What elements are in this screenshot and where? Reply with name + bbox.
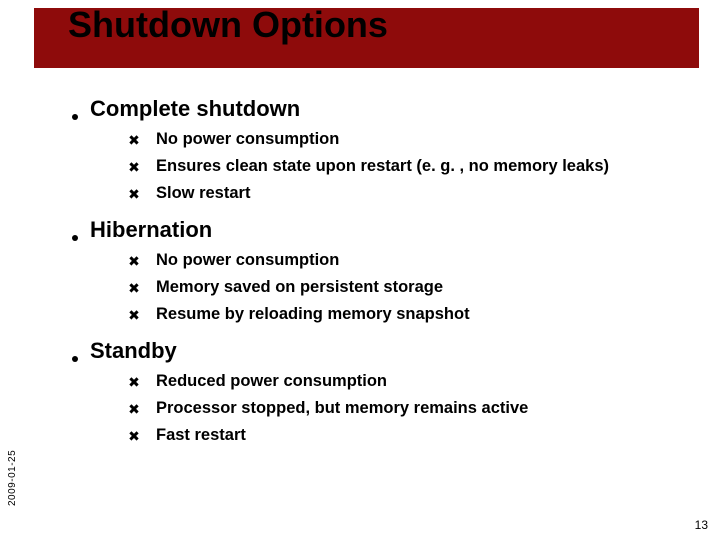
list-item: ✖ Ensures clean state upon restart (e. g… [126, 157, 692, 176]
sub-item-text: No power consumption [156, 130, 339, 149]
sub-item-text: Reduced power consumption [156, 372, 387, 391]
bullet-standby: Standby [72, 338, 692, 364]
list-item: ✖ Slow restart [126, 184, 692, 203]
x-marker-icon: ✖ [126, 133, 142, 147]
page-number: 13 [695, 518, 708, 532]
sub-item-text: Ensures clean state upon restart (e. g. … [156, 157, 609, 176]
sub-item-text: Memory saved on persistent storage [156, 278, 443, 297]
list-item: ✖ Processor stopped, but memory remains … [126, 399, 692, 418]
bullet-heading: Hibernation [90, 217, 212, 243]
sub-item-text: No power consumption [156, 251, 339, 270]
slide: Shutdown Options Complete shutdown ✖ No … [0, 0, 720, 540]
list-item: ✖ Resume by reloading memory snapshot [126, 305, 692, 324]
list-item: ✖ Reduced power consumption [126, 372, 692, 391]
list-item: ✖ Memory saved on persistent storage [126, 278, 692, 297]
x-marker-icon: ✖ [126, 429, 142, 443]
bullet-hibernation: Hibernation [72, 217, 692, 243]
bullet-complete-shutdown: Complete shutdown [72, 96, 692, 122]
x-marker-icon: ✖ [126, 187, 142, 201]
x-marker-icon: ✖ [126, 375, 142, 389]
x-marker-icon: ✖ [126, 281, 142, 295]
bullet-heading: Complete shutdown [90, 96, 300, 122]
bullet-heading: Standby [90, 338, 177, 364]
content-area: Complete shutdown ✖ No power consumption… [72, 82, 692, 453]
list-item: ✖ No power consumption [126, 130, 692, 149]
x-marker-icon: ✖ [126, 308, 142, 322]
x-marker-icon: ✖ [126, 254, 142, 268]
date-label: 2009-01-25 [7, 450, 18, 506]
bullet-dot-icon [72, 356, 78, 362]
bullet-dot-icon [72, 114, 78, 120]
x-marker-icon: ✖ [126, 160, 142, 174]
slide-title: Shutdown Options [68, 4, 388, 46]
bullet-dot-icon [72, 235, 78, 241]
sub-item-text: Resume by reloading memory snapshot [156, 305, 470, 324]
sub-item-text: Slow restart [156, 184, 250, 203]
list-item: ✖ Fast restart [126, 426, 692, 445]
x-marker-icon: ✖ [126, 402, 142, 416]
sub-item-text: Fast restart [156, 426, 246, 445]
list-item: ✖ No power consumption [126, 251, 692, 270]
sub-item-text: Processor stopped, but memory remains ac… [156, 399, 528, 418]
